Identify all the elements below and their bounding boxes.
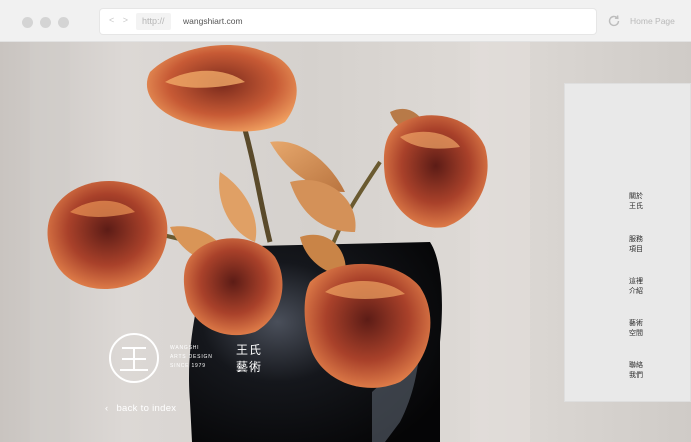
menu-item-label: 聯絡 bbox=[629, 362, 643, 369]
menu-item-label: 服務 bbox=[629, 236, 643, 243]
home-page-link[interactable]: Home Page bbox=[630, 0, 675, 42]
menu-item-label: 空間 bbox=[629, 330, 643, 337]
menu-item-label: 介紹 bbox=[629, 288, 643, 295]
nav-arrows-icon[interactable]: < > bbox=[109, 15, 131, 25]
back-to-index-link[interactable]: ‹ back to index bbox=[105, 403, 176, 414]
menu-item-label: 王氏 bbox=[629, 203, 643, 210]
protocol-label: http:// bbox=[136, 13, 171, 30]
window-close-dot[interactable] bbox=[22, 17, 33, 28]
menu-item-art-space[interactable]: 藝術 空間 bbox=[629, 319, 649, 339]
logo-cn-line: 藝術 bbox=[236, 360, 263, 374]
browser-toolbar: < > http:// wangshiart.com Home Page bbox=[0, 0, 691, 42]
window-zoom-dot[interactable] bbox=[58, 17, 69, 28]
logo-en-line: SINCE 1979 bbox=[170, 363, 206, 369]
chevron-left-icon: ‹ bbox=[105, 403, 109, 414]
menu-item-label: 這裡 bbox=[629, 278, 643, 285]
window-minimize-dot[interactable] bbox=[40, 17, 51, 28]
logo-chinese-text: 王氏 藝術 bbox=[236, 342, 262, 376]
menu-item-intro[interactable]: 這裡 介紹 bbox=[629, 277, 649, 297]
side-menu-panel: 關於 王氏 服務 項目 這裡 介紹 藝術 空間 聯絡 我們 bbox=[564, 83, 691, 402]
hero-section: WANGSHI ARTS DESIGN SINCE 1979 王氏 藝術 ‹ ba… bbox=[0, 42, 691, 442]
logo-cn-line: 王氏 bbox=[236, 343, 263, 357]
menu-item-label: 項目 bbox=[629, 246, 643, 253]
logo-english-text: WANGSHI ARTS DESIGN SINCE 1979 bbox=[170, 344, 213, 371]
menu-item-label: 我們 bbox=[629, 372, 643, 379]
reload-icon[interactable] bbox=[606, 13, 622, 29]
wangshi-logo-icon[interactable] bbox=[108, 332, 160, 384]
menu-item-contact[interactable]: 聯絡 我們 bbox=[629, 361, 649, 381]
logo-en-line: ARTS DESIGN bbox=[170, 354, 213, 360]
address-bar[interactable]: < > http:// wangshiart.com bbox=[100, 9, 596, 34]
url-domain[interactable]: wangshiart.com bbox=[183, 9, 243, 34]
menu-item-services[interactable]: 服務 項目 bbox=[629, 235, 649, 255]
back-link-label: back to index bbox=[116, 403, 177, 414]
menu-item-about[interactable]: 關於 王氏 bbox=[629, 192, 649, 212]
menu-item-label: 藝術 bbox=[629, 320, 643, 327]
menu-item-label: 關於 bbox=[629, 193, 643, 200]
logo-en-line: WANGSHI bbox=[170, 345, 200, 351]
